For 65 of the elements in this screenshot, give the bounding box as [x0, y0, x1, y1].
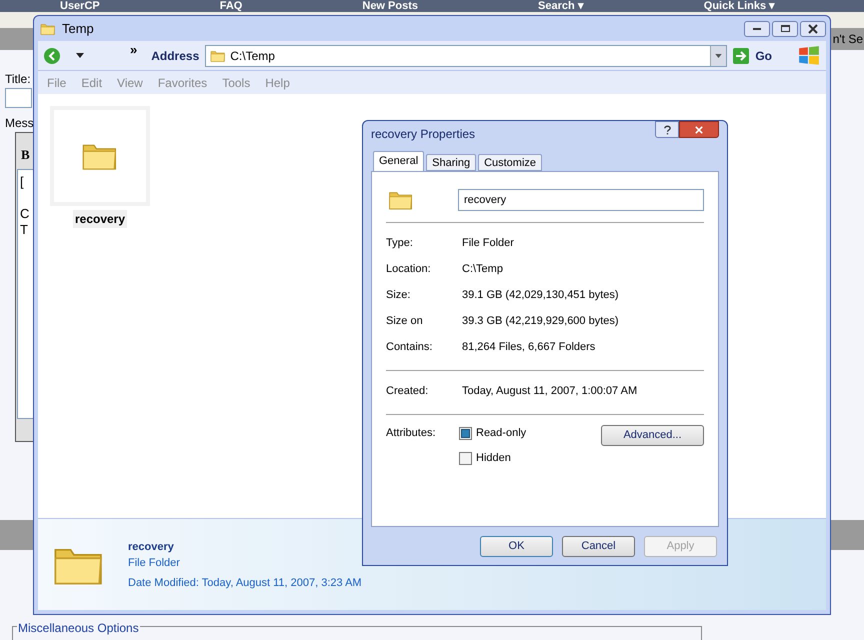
nav-link[interactable]: New Posts	[362, 1, 418, 12]
checkbox[interactable]	[459, 426, 472, 440]
caret-icon[interactable]	[76, 53, 84, 58]
caret-icon	[715, 54, 722, 58]
title-input-field[interactable]	[5, 88, 32, 108]
dropdown-button[interactable]	[710, 46, 726, 66]
property-value: File Folder	[462, 236, 514, 251]
property-value: 81,264 Files, 6,667 Folders	[462, 340, 596, 355]
advanced-button[interactable]: Advanced...	[601, 424, 704, 446]
property-value: C:\Temp	[462, 262, 503, 277]
editor-text: [	[20, 172, 24, 188]
close-button[interactable]	[800, 20, 826, 36]
file-name: recovery	[72, 210, 128, 228]
close-icon	[694, 126, 704, 134]
editor-text-area[interactable]: [ C T	[17, 168, 33, 418]
dialog-button[interactable]: Cancel	[562, 536, 635, 557]
windows-logo-icon	[798, 44, 820, 66]
window-title: Temp	[62, 20, 94, 38]
address-text: C:\Temp	[230, 48, 276, 64]
property-label: Location:	[386, 262, 432, 277]
dialog-button[interactable]: OK	[480, 536, 553, 557]
forum-header-text: n't Se	[832, 31, 864, 48]
property-label: Type:	[386, 236, 414, 251]
details-type: File Folder	[128, 556, 181, 570]
nav-link[interactable]: Quick Links ▾	[704, 1, 776, 12]
nav-link[interactable]: UserCP	[60, 1, 100, 12]
property-label: Size:	[386, 288, 412, 303]
property-value: Today, August 11, 2007, 1:00:07 AM	[462, 384, 638, 399]
property-value: 39.1 GB (42,029,130,451 bytes)	[462, 288, 619, 303]
dialog-tab[interactable]: General	[373, 150, 424, 171]
help-icon	[664, 124, 670, 134]
nav-link[interactable]: Search ▾	[538, 1, 584, 12]
go-button[interactable]: Go	[733, 46, 772, 64]
nav-link[interactable]: FAQ	[220, 1, 242, 12]
arrow-right-icon	[733, 48, 750, 64]
maximize-button[interactable]	[772, 20, 798, 36]
help-button[interactable]	[655, 121, 679, 138]
folder-icon	[210, 48, 226, 62]
name-input-field[interactable]: recovery	[458, 188, 704, 211]
details-name: recovery	[128, 540, 175, 554]
toolbar-overflow[interactable]: »	[130, 45, 138, 55]
editor-text: T	[20, 220, 28, 236]
dialog-title: recovery Properties	[371, 126, 476, 143]
attribute-checkbox[interactable]: Read-only	[459, 424, 526, 442]
bold-button[interactable]: B	[17, 145, 30, 164]
details-modified: Date Modified: Today, August 11, 2007, 3:23 AM	[128, 576, 362, 590]
field-label: Mess	[5, 115, 34, 132]
checkbox[interactable]	[459, 452, 472, 466]
address-label: Address	[151, 48, 200, 64]
close-icon	[808, 24, 818, 34]
attribute-checkbox[interactable]: Hidden	[459, 450, 526, 467]
minimize-button[interactable]	[744, 20, 770, 36]
property-value: 39.3 GB (42,219,929,600 bytes)	[462, 314, 619, 329]
folder-icon	[40, 22, 56, 36]
property-label: Created:	[386, 384, 430, 399]
editor-text: C	[20, 204, 30, 220]
close-button[interactable]	[679, 121, 719, 138]
dialog-tab[interactable]: Customize	[478, 154, 542, 171]
back-button[interactable]	[44, 48, 60, 64]
dialog-tab[interactable]: Sharing	[426, 154, 476, 171]
property-label: Size on	[386, 314, 424, 329]
field-label: Title:	[5, 71, 31, 88]
address-field[interactable]: C:\Temp	[205, 44, 728, 66]
property-label: Attributes:	[386, 426, 437, 441]
property-label: Contains:	[386, 340, 434, 355]
